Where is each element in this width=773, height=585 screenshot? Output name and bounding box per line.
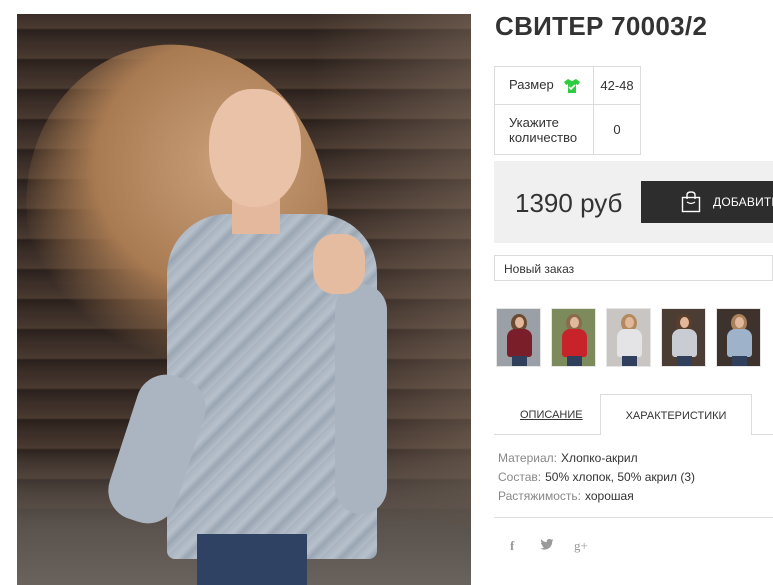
model-bare-shoulder [313, 234, 365, 294]
thumb-face [680, 317, 689, 328]
thumb-jeans [732, 356, 747, 366]
product-tabs: ОПИСАНИЕ ХАРАКТЕРИСТИКИ [494, 394, 773, 435]
thumb-sweater [562, 329, 587, 357]
thumb-jeans [622, 356, 637, 366]
google-plus-icon[interactable]: g+ [574, 538, 588, 554]
thumb-sweater [727, 329, 752, 357]
thumb-jeans [677, 356, 692, 366]
thumb-sweater [507, 329, 532, 357]
spec-row-size: Размер 42-48 [494, 66, 641, 105]
thumb-blue-grey[interactable] [716, 308, 761, 367]
product-price: 1390 руб [515, 188, 623, 218]
add-to-cart-button[interactable]: ДОБАВИТЬ [641, 181, 773, 223]
shopping-bag-icon [681, 191, 701, 213]
tshirt-icon[interactable] [563, 78, 581, 94]
price-box: 1390 руб ДОБАВИТЬ [494, 161, 773, 243]
spec-row-quantity: Укажите количество 0 [494, 104, 641, 155]
main-product-image[interactable] [17, 14, 471, 585]
characteristic-value: хорошая [585, 489, 634, 503]
twitter-icon[interactable] [540, 538, 554, 555]
characteristic-key: Материал: [498, 451, 557, 465]
characteristic-value: 50% хлопок, 50% акрил (3) [545, 470, 695, 484]
thumb-grey-stripe[interactable] [661, 308, 706, 367]
thumb-white[interactable] [606, 308, 651, 367]
model-sleeve-right [335, 284, 387, 514]
characteristic-key: Состав: [498, 470, 542, 484]
characteristic-key: Растяжимость: [498, 489, 582, 503]
characteristic-row: Растяжимость: хорошая [498, 487, 695, 506]
product-title: СВИТЕР 70003/2 [495, 11, 708, 41]
characteristic-value: Хлопко-акрил [560, 451, 638, 465]
spec-label-cell: Размер [494, 66, 594, 105]
thumb-sweater [617, 329, 642, 357]
tabs-divider [752, 434, 773, 435]
characteristic-row: Материал: Хлопко-акрил [498, 449, 695, 468]
characteristic-row: Состав: 50% хлопок, 50% акрил (3) [498, 468, 695, 487]
characteristics-list: Материал: Хлопко-акрил Состав: 50% хлопок,… [498, 449, 695, 506]
model-jeans [197, 534, 307, 585]
thumb-burgundy[interactable] [496, 308, 541, 367]
order-select[interactable]: Новый заказ [494, 255, 773, 281]
thumb-face [625, 317, 634, 328]
thumb-red[interactable] [551, 308, 596, 367]
thumb-face [735, 317, 744, 328]
thumb-face [515, 317, 524, 328]
specs-table: Размер 42-48 Укажите количество 0 [494, 66, 641, 155]
quantity-value[interactable]: 0 [593, 104, 641, 155]
thumb-sweater [672, 329, 697, 357]
tab-characteristics[interactable]: ХАРАКТЕРИСТИКИ [600, 394, 752, 435]
add-to-cart-label: ДОБАВИТЬ [713, 195, 773, 209]
quantity-label: Укажите количество [494, 104, 594, 155]
facebook-icon[interactable]: f [510, 538, 514, 554]
size-label: Размер [509, 77, 554, 93]
tabs-divider [494, 434, 600, 435]
model-face [209, 89, 301, 207]
tab-description[interactable]: ОПИСАНИЕ [520, 409, 583, 421]
thumb-jeans [512, 356, 527, 366]
thumb-jeans [567, 356, 582, 366]
section-divider [494, 517, 773, 518]
thumb-face [570, 317, 579, 328]
size-value[interactable]: 42-48 [593, 66, 641, 105]
